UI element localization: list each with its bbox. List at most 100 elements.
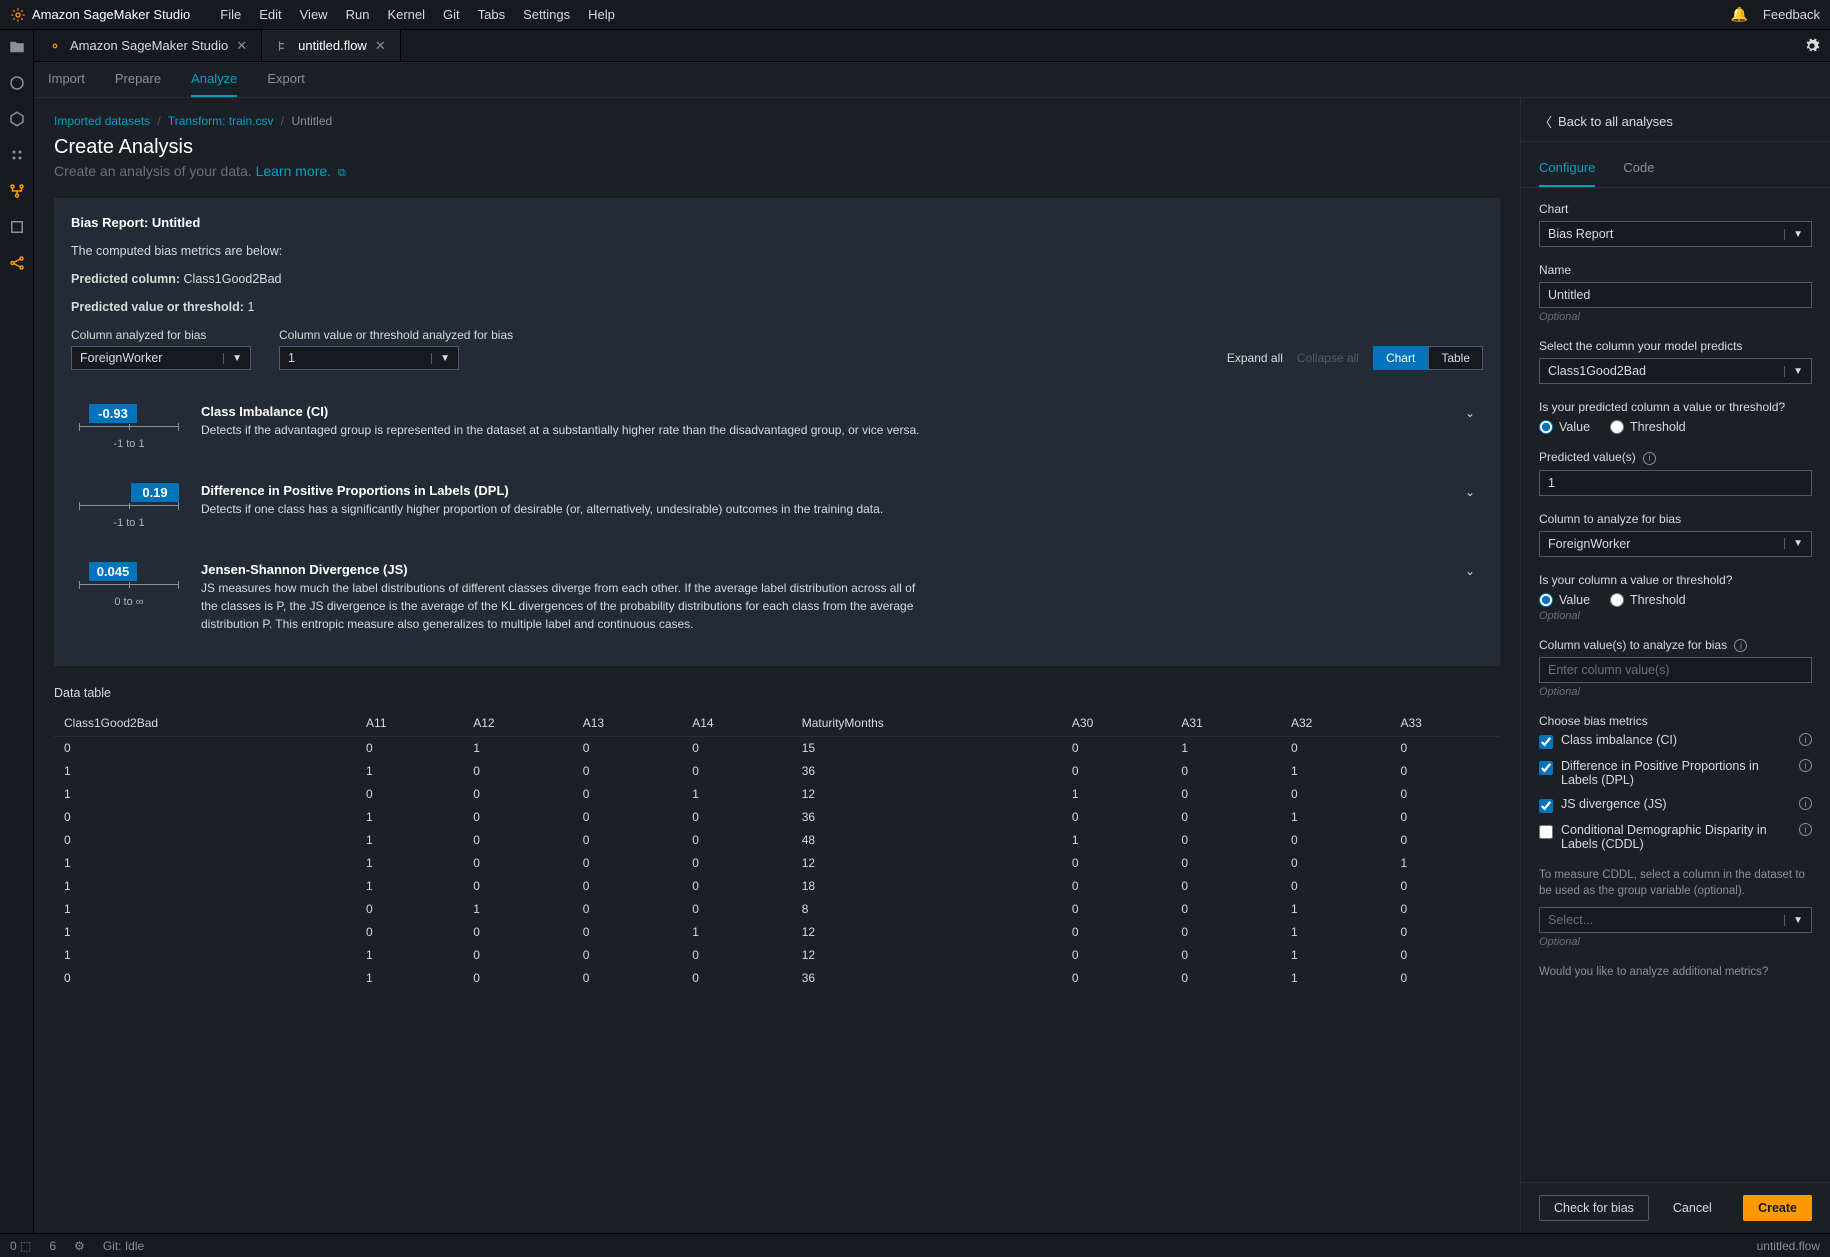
feedback-link[interactable]: Feedback: [1763, 7, 1820, 22]
table-header[interactable]: A12: [463, 710, 573, 737]
cddl-select[interactable]: Select...▼: [1539, 907, 1812, 933]
palette-icon[interactable]: [8, 146, 26, 164]
table-header[interactable]: MaturityMonths: [792, 710, 1062, 737]
radio-col-value[interactable]: Value: [1539, 593, 1590, 607]
bias-metric-checkbox[interactable]: Difference in Positive Proportions in La…: [1539, 759, 1812, 787]
info-icon[interactable]: i: [1799, 797, 1812, 810]
table-header[interactable]: A31: [1171, 710, 1281, 737]
bias-metric-checkbox[interactable]: Conditional Demographic Disparity in Lab…: [1539, 823, 1812, 851]
info-icon[interactable]: i: [1643, 452, 1656, 465]
folder-icon[interactable]: [8, 38, 26, 56]
tab-code[interactable]: Code: [1623, 150, 1654, 187]
breadcrumb: Imported datasets / Transform: train.csv…: [54, 114, 1500, 128]
learn-more-link[interactable]: Learn more. ⧉: [256, 163, 346, 179]
col-value-label: Column value or threshold analyzed for b…: [279, 328, 513, 342]
back-to-analyses-link[interactable]: 〈 Back to all analyses: [1539, 112, 1812, 131]
view-table-button[interactable]: Table: [1428, 346, 1483, 370]
expand-all-link[interactable]: Expand all: [1227, 351, 1283, 365]
predict-values-input[interactable]: [1539, 470, 1812, 496]
table-header[interactable]: A32: [1281, 710, 1391, 737]
tab-analyze[interactable]: Analyze: [191, 62, 237, 97]
gear-icon[interactable]: [1794, 30, 1830, 61]
chevron-down-icon: ▼: [1784, 538, 1803, 549]
menu-view[interactable]: View: [300, 7, 328, 22]
table-header[interactable]: A30: [1062, 710, 1172, 737]
close-icon[interactable]: ✕: [375, 38, 386, 54]
check-for-bias-button[interactable]: Check for bias: [1539, 1195, 1649, 1221]
data-table: Class1Good2BadA11A12A13A14MaturityMonths…: [54, 710, 1500, 990]
data-table-title: Data table: [54, 686, 1500, 700]
menu-file[interactable]: File: [220, 7, 241, 22]
table-row: 10001120010: [54, 921, 1500, 944]
gauge-range: -1 to 1: [79, 438, 179, 450]
chevron-down-icon[interactable]: ⌄: [1465, 406, 1475, 420]
app-logo: Amazon SageMaker Studio: [10, 7, 190, 23]
menu-items: File Edit View Run Kernel Git Tabs Setti…: [220, 7, 615, 22]
menu-git[interactable]: Git: [443, 7, 460, 22]
tab-configure[interactable]: Configure: [1539, 150, 1595, 187]
metric-desc: Detects if one class has a significantly…: [201, 500, 921, 518]
file-tab-flow[interactable]: untitled.flow ✕: [262, 30, 401, 61]
chevron-down-icon: ▼: [1784, 229, 1803, 240]
table-header[interactable]: A13: [573, 710, 683, 737]
chevron-down-icon: ▼: [431, 353, 450, 364]
breadcrumb-link[interactable]: Transform: train.csv: [168, 114, 274, 128]
square-icon[interactable]: [8, 218, 26, 236]
gear-small-icon[interactable]: ⚙: [74, 1239, 85, 1253]
view-chart-button[interactable]: Chart: [1373, 346, 1428, 370]
report-intro: The computed bias metrics are below:: [71, 244, 1483, 258]
menu-tabs[interactable]: Tabs: [478, 7, 505, 22]
external-link-icon: ⧉: [338, 167, 346, 179]
sagemaker-icon: [10, 7, 26, 23]
terminal-icon[interactable]: 0 ⬚: [10, 1239, 31, 1253]
close-icon[interactable]: ✕: [236, 38, 247, 54]
bias-metric-checkbox[interactable]: Class imbalance (CI) i: [1539, 733, 1812, 749]
chart-type-select[interactable]: Bias Report▼: [1539, 221, 1812, 247]
flow-icon[interactable]: [8, 182, 26, 200]
predict-column-select[interactable]: Class1Good2Bad▼: [1539, 358, 1812, 384]
circle-icon[interactable]: [8, 74, 26, 92]
radio-value[interactable]: Value: [1539, 420, 1590, 434]
tab-export[interactable]: Export: [267, 62, 305, 97]
menu-settings[interactable]: Settings: [523, 7, 570, 22]
menu-kernel[interactable]: Kernel: [387, 7, 425, 22]
hexagon-icon[interactable]: [8, 110, 26, 128]
menu-help[interactable]: Help: [588, 7, 615, 22]
menu-run[interactable]: Run: [346, 7, 370, 22]
cancel-button[interactable]: Cancel: [1659, 1196, 1726, 1220]
metric-desc: JS measures how much the label distribut…: [201, 579, 921, 633]
file-tab-studio[interactable]: Amazon SageMaker Studio ✕: [34, 30, 262, 61]
col-value-select[interactable]: 1▼: [279, 346, 459, 370]
analyze-column-select[interactable]: ForeignWorker▼: [1539, 531, 1812, 557]
radio-threshold[interactable]: Threshold: [1610, 420, 1686, 434]
server-count: 6: [49, 1239, 56, 1253]
flow-file-icon: [276, 39, 290, 53]
table-row: 01000360010: [54, 806, 1500, 829]
chevron-left-icon: 〈: [1539, 112, 1552, 131]
tab-prepare[interactable]: Prepare: [115, 62, 161, 97]
gauge-value: 0.19: [131, 483, 179, 502]
info-icon[interactable]: i: [1734, 639, 1747, 652]
table-header[interactable]: A14: [682, 710, 792, 737]
tab-import[interactable]: Import: [48, 62, 85, 97]
bias-metric-checkbox[interactable]: JS divergence (JS) i: [1539, 797, 1812, 813]
table-header[interactable]: Class1Good2Bad: [54, 710, 356, 737]
name-input[interactable]: [1539, 282, 1812, 308]
info-icon[interactable]: i: [1799, 759, 1812, 772]
table-header[interactable]: A11: [356, 710, 463, 737]
chevron-down-icon[interactable]: ⌄: [1465, 564, 1475, 578]
share-icon[interactable]: [8, 254, 26, 272]
menu-edit[interactable]: Edit: [259, 7, 281, 22]
chevron-down-icon[interactable]: ⌄: [1465, 485, 1475, 499]
table-header[interactable]: A33: [1390, 710, 1500, 737]
notifications-icon[interactable]: 🔔: [1730, 6, 1747, 23]
info-icon[interactable]: i: [1799, 733, 1812, 746]
collapse-all-link[interactable]: Collapse all: [1297, 351, 1359, 365]
info-icon[interactable]: i: [1799, 823, 1812, 836]
metric-card: 0.19 -1 to 1 Difference in Positive Prop…: [71, 467, 1483, 546]
create-button[interactable]: Create: [1743, 1195, 1812, 1221]
breadcrumb-link[interactable]: Imported datasets: [54, 114, 150, 128]
col-analyzed-select[interactable]: ForeignWorker▼: [71, 346, 251, 370]
radio-col-threshold[interactable]: Threshold: [1610, 593, 1686, 607]
col-values-input[interactable]: [1539, 657, 1812, 683]
